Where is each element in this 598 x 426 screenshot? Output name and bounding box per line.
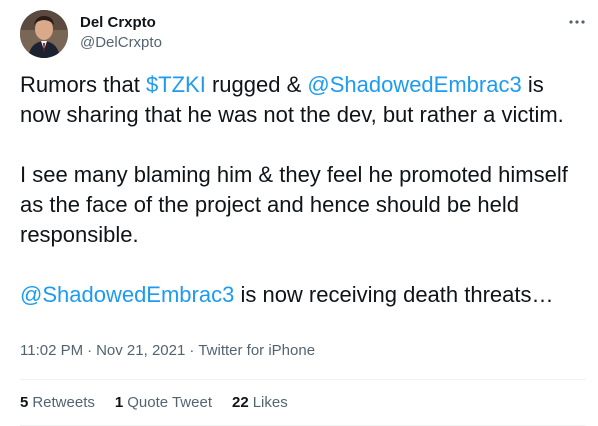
meta-separator: · — [189, 342, 195, 359]
avatar[interactable] — [20, 10, 68, 58]
cashtag-link[interactable]: $TZKI — [146, 72, 206, 97]
more-options-button[interactable] — [560, 12, 594, 32]
tweet-time[interactable]: 11:02 PM — [20, 342, 83, 359]
more-horizontal-icon — [569, 20, 585, 24]
tweet-meta: 11:02 PM · Nov 21, 2021 · Twitter for iPhone — [20, 341, 315, 361]
mention-link[interactable]: @ShadowedEmbrac3 — [20, 282, 234, 307]
user-handle[interactable]: @DelCrxpto — [80, 33, 162, 53]
tweet-text-segment: rugged & — [205, 72, 308, 97]
tweet-text-segment: is now receiving death threats… — [234, 282, 554, 307]
meta-separator: · — [87, 342, 93, 359]
tweet-card: Del Crxpto @DelCrxpto Rumors that $TZKI … — [0, 0, 598, 426]
tweet-paragraph-3: @ShadowedEmbrac3 is now receiving death … — [20, 280, 586, 310]
tweet-paragraph-1: Rumors that $TZKI rugged & @ShadowedEmbr… — [20, 70, 586, 130]
tweet-paragraph-2: I see many blaming him & they feel he pr… — [20, 162, 568, 247]
retweets-count: 5 — [20, 394, 29, 411]
divider — [20, 379, 586, 380]
quote-tweets-stat[interactable]: 1 Quote Tweet — [115, 393, 212, 413]
quotes-label: Quote Tweet — [127, 394, 212, 411]
retweets-stat[interactable]: 5 Retweets — [20, 393, 95, 413]
mention-link[interactable]: @ShadowedEmbrac3 — [307, 72, 521, 97]
likes-count: 22 — [232, 394, 249, 411]
profile-photo-icon — [20, 10, 68, 58]
likes-stat[interactable]: 22 Likes — [232, 393, 288, 413]
tweet-stats: 5 Retweets 1 Quote Tweet 22 Likes — [20, 393, 308, 413]
retweets-label: Retweets — [32, 394, 95, 411]
tweet-text: Rumors that $TZKI rugged & @ShadowedEmbr… — [20, 70, 586, 310]
likes-label: Likes — [252, 394, 288, 411]
tweet-source[interactable]: Twitter for iPhone — [198, 342, 315, 359]
tweet-date[interactable]: Nov 21, 2021 — [96, 342, 185, 359]
tweet-text-segment: Rumors that — [20, 72, 146, 97]
display-name[interactable]: Del Crxpto — [80, 13, 156, 33]
quotes-count: 1 — [114, 394, 124, 411]
